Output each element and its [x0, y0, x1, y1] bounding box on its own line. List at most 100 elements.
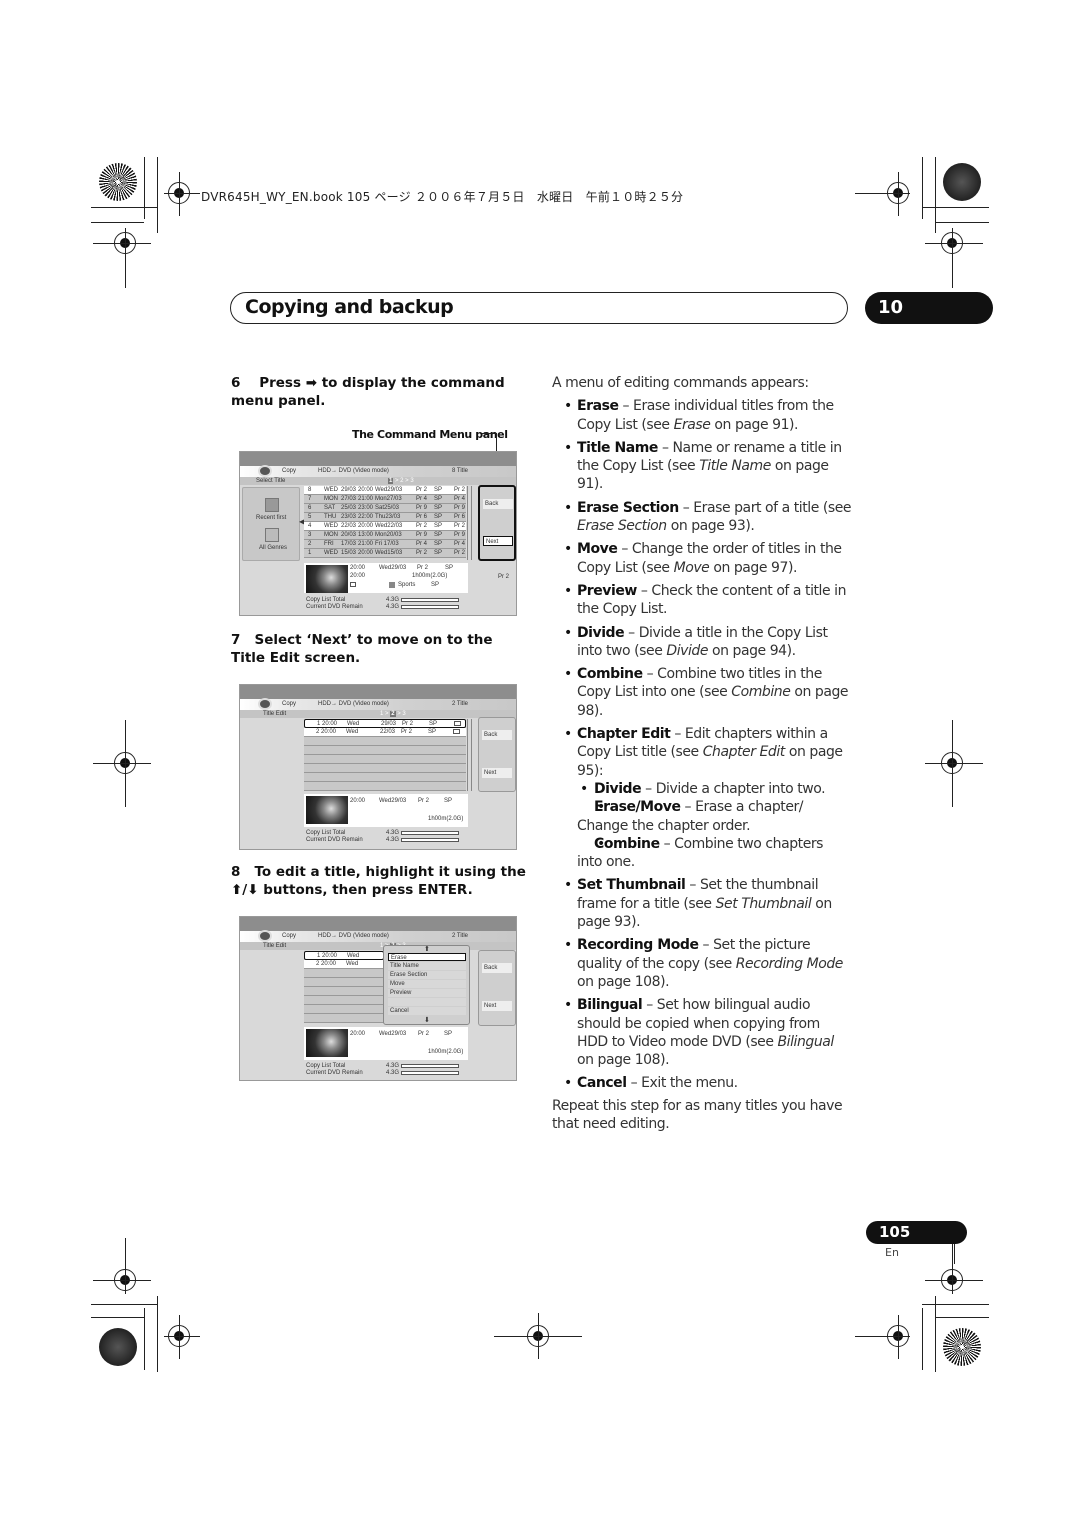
menu-item	[388, 998, 466, 1006]
title-info: 20:00 Wed29/03 Pr 2 SP 1h00m(2.0G)	[304, 1027, 468, 1060]
capacity-info: Copy List Total 4.3G Current DVD Remain …	[304, 830, 504, 848]
chapter-title: Copying and backup	[245, 296, 454, 318]
copy-list-total-bar	[401, 598, 459, 602]
dvd-remain-bar	[401, 605, 459, 609]
copy-list: 1 20:00 Wed 29/03 Pr 2 SP 2 20:00 Wed 22/03 Pr 2 SP	[304, 719, 466, 791]
title-info: 20:00 Wed29/03 Pr 2 SP 20:00 1h00m(2.0G)…	[304, 563, 468, 593]
empty-row	[304, 773, 466, 782]
menu-item[interactable]: Erase	[388, 953, 466, 961]
disc-icon	[258, 698, 272, 710]
cross-reference-link[interactable]: Erase	[674, 417, 711, 433]
scrollbar[interactable]	[467, 719, 472, 791]
empty-row	[304, 1014, 384, 1023]
step-8: 8 To edit a title, highlight it using th…	[231, 864, 526, 898]
copy-list-total-bar	[401, 831, 459, 835]
dvd-remain-bar	[401, 838, 459, 842]
next-button[interactable]: Next	[482, 768, 512, 778]
title-row[interactable]: 1 20:00 Wed	[304, 951, 384, 960]
chapter-sub-item: Combine – Combine two chapters into one.	[552, 835, 852, 872]
sort-all-genres[interactable]: All Genres	[259, 545, 287, 551]
title-edit-screen: Copy HDD→ DVD (Video mode) 2 Title Title…	[239, 684, 517, 850]
capacity-info: Copy List Total 4.3G Current DVD Remain …	[304, 1063, 504, 1081]
title-row[interactable]: 8 WED 29/03 20:00 Wed29/03 Pr 2 SP Pr 2	[304, 486, 466, 495]
title-row[interactable]: 3 MON 20/03 13:00 Mon20/03 Pr 9 SP Pr 9	[304, 531, 466, 540]
command-description-item: Bilingual – Set how bilingual audio shou…	[552, 996, 852, 1069]
edit-command-menu: ⬆ Erase Title Name Erase Section Move Previe…	[383, 945, 470, 1025]
empty-row	[304, 969, 384, 978]
empty-row	[304, 782, 466, 791]
capacity-info: Copy List Total 4.3G Current DVD Remain …	[304, 597, 504, 615]
cross-reference-link[interactable]: Chapter Edit	[703, 744, 786, 760]
next-button[interactable]: Next	[483, 536, 513, 546]
empty-row	[304, 746, 466, 755]
command-menu-callout-label: The Command Menu panel	[352, 428, 508, 441]
sort-recent-first[interactable]: Recent first	[256, 515, 286, 521]
command-description-item: Title Name – Name or rename a title in t…	[552, 439, 852, 494]
command-description-item: Set Thumbnail – Set the thumbnail frame …	[552, 876, 852, 931]
empty-row	[304, 996, 384, 1005]
print-header: DVR645H_WY_EN.book 105 ページ ２００６年７月５日 水曜日…	[201, 190, 684, 204]
chapter-sub-item: Erase/Move – Erase a chapter/ Change the…	[552, 798, 852, 835]
up-down-arrow-icon: ⬆/⬇	[231, 882, 259, 898]
disc-icon	[258, 465, 272, 477]
language-code: En	[885, 1246, 899, 1259]
command-panel: Back Next	[478, 950, 516, 1026]
step-7: 7 Select ‘Next’ to move on to the Title …	[231, 632, 493, 666]
command-description-item: Combine – Combine two titles in the Copy…	[552, 665, 852, 720]
cross-reference-link[interactable]: Bilingual	[778, 1034, 835, 1050]
cross-reference-link[interactable]: Move	[674, 560, 710, 576]
cross-reference-link[interactable]: Recording Mode	[736, 956, 844, 972]
page-number: 105	[866, 1221, 967, 1244]
menu-item[interactable]: Title Name	[388, 962, 466, 970]
scrollbar[interactable]	[467, 486, 472, 560]
color-register-wheel-icon	[943, 1328, 981, 1366]
title-edit-menu-screen: Copy HDD→ DVD (Video mode) 2 Title Title…	[239, 916, 517, 1081]
title-thumbnail	[306, 565, 348, 593]
command-description-item: Preview – Check the content of a title i…	[552, 582, 852, 619]
cross-reference-link[interactable]: Erase Section	[577, 518, 667, 534]
menu-item[interactable]: Cancel	[388, 1007, 466, 1015]
command-description-item: Recording Mode – Set the picture quality…	[552, 936, 852, 991]
title-row[interactable]: 1 20:00 Wed 29/03 Pr 2 SP	[304, 719, 466, 728]
title-info: 20:00 Wed29/03 Pr 2 SP 1h00m(2.0G)	[304, 794, 468, 827]
menu-item[interactable]: Preview	[388, 989, 466, 997]
command-menu-panel: Back Next	[478, 485, 516, 561]
title-thumbnail	[306, 1029, 348, 1057]
title-row[interactable]: 2 FRI 17/03 21:00 Fri 17/03 Pr 4 SP Pr 4	[304, 540, 466, 549]
cross-reference-link[interactable]: Title Name	[699, 458, 771, 474]
title-row[interactable]: 7 MON 27/03 21:00 Mon27/03 Pr 4 SP Pr 4	[304, 495, 466, 504]
next-button[interactable]: Next	[482, 1001, 512, 1011]
title-row[interactable]: 1 WED 15/03 20:00 Wed15/03 Pr 2 SP Pr 2	[304, 549, 466, 558]
back-button[interactable]: Back	[483, 499, 513, 509]
title-row[interactable]: 2 20:00 Wed 22/03 Pr 2 SP	[304, 728, 466, 737]
copy-list-total-bar	[401, 1064, 459, 1068]
cross-reference-link[interactable]: Combine	[731, 684, 791, 700]
color-register-dark-icon	[943, 163, 981, 201]
step-6: 6 Press ➡ to display the command menu pa…	[231, 375, 505, 409]
genre-icon	[389, 582, 395, 588]
title-row[interactable]: 4 WED 22/03 20:00 Wed22/03 Pr 2 SP Pr 2	[304, 522, 466, 531]
menu-item[interactable]: Move	[388, 980, 466, 988]
recent-first-icon	[265, 498, 279, 512]
chapter-number: 10	[865, 292, 993, 324]
cross-reference-link[interactable]: Set Thumbnail	[716, 896, 812, 912]
title-row[interactable]: 6 SAT 25/03 23:00 Sat25/03 Pr 9 SP Pr 9	[304, 504, 466, 513]
back-button[interactable]: Back	[482, 730, 512, 740]
empty-row	[304, 737, 466, 746]
cross-reference-link[interactable]: Divide	[666, 643, 708, 659]
outro-text: Repeat this step for as many titles you …	[552, 1097, 843, 1132]
menu-item[interactable]: Erase Section	[388, 971, 466, 979]
chapter-sub-item: Divide – Divide a chapter into two.	[552, 780, 852, 799]
empty-row	[304, 764, 466, 773]
title-row[interactable]: 2 20:00 Wed	[304, 960, 384, 969]
disc-icon	[258, 930, 272, 942]
empty-row	[304, 1005, 384, 1014]
color-register-dark-icon	[99, 1328, 137, 1366]
empty-row	[304, 987, 384, 996]
title-row[interactable]: 5 THU 23/03 22:00 Thu23/03 Pr 6 SP Pr 6	[304, 513, 466, 522]
empty-row	[304, 755, 466, 764]
back-button[interactable]: Back	[482, 963, 512, 973]
menu-down-arrow-icon: ⬇	[424, 1017, 430, 1024]
subtitle-icon	[453, 729, 460, 734]
page-indicator: 1 > 2 > 3	[380, 711, 406, 717]
